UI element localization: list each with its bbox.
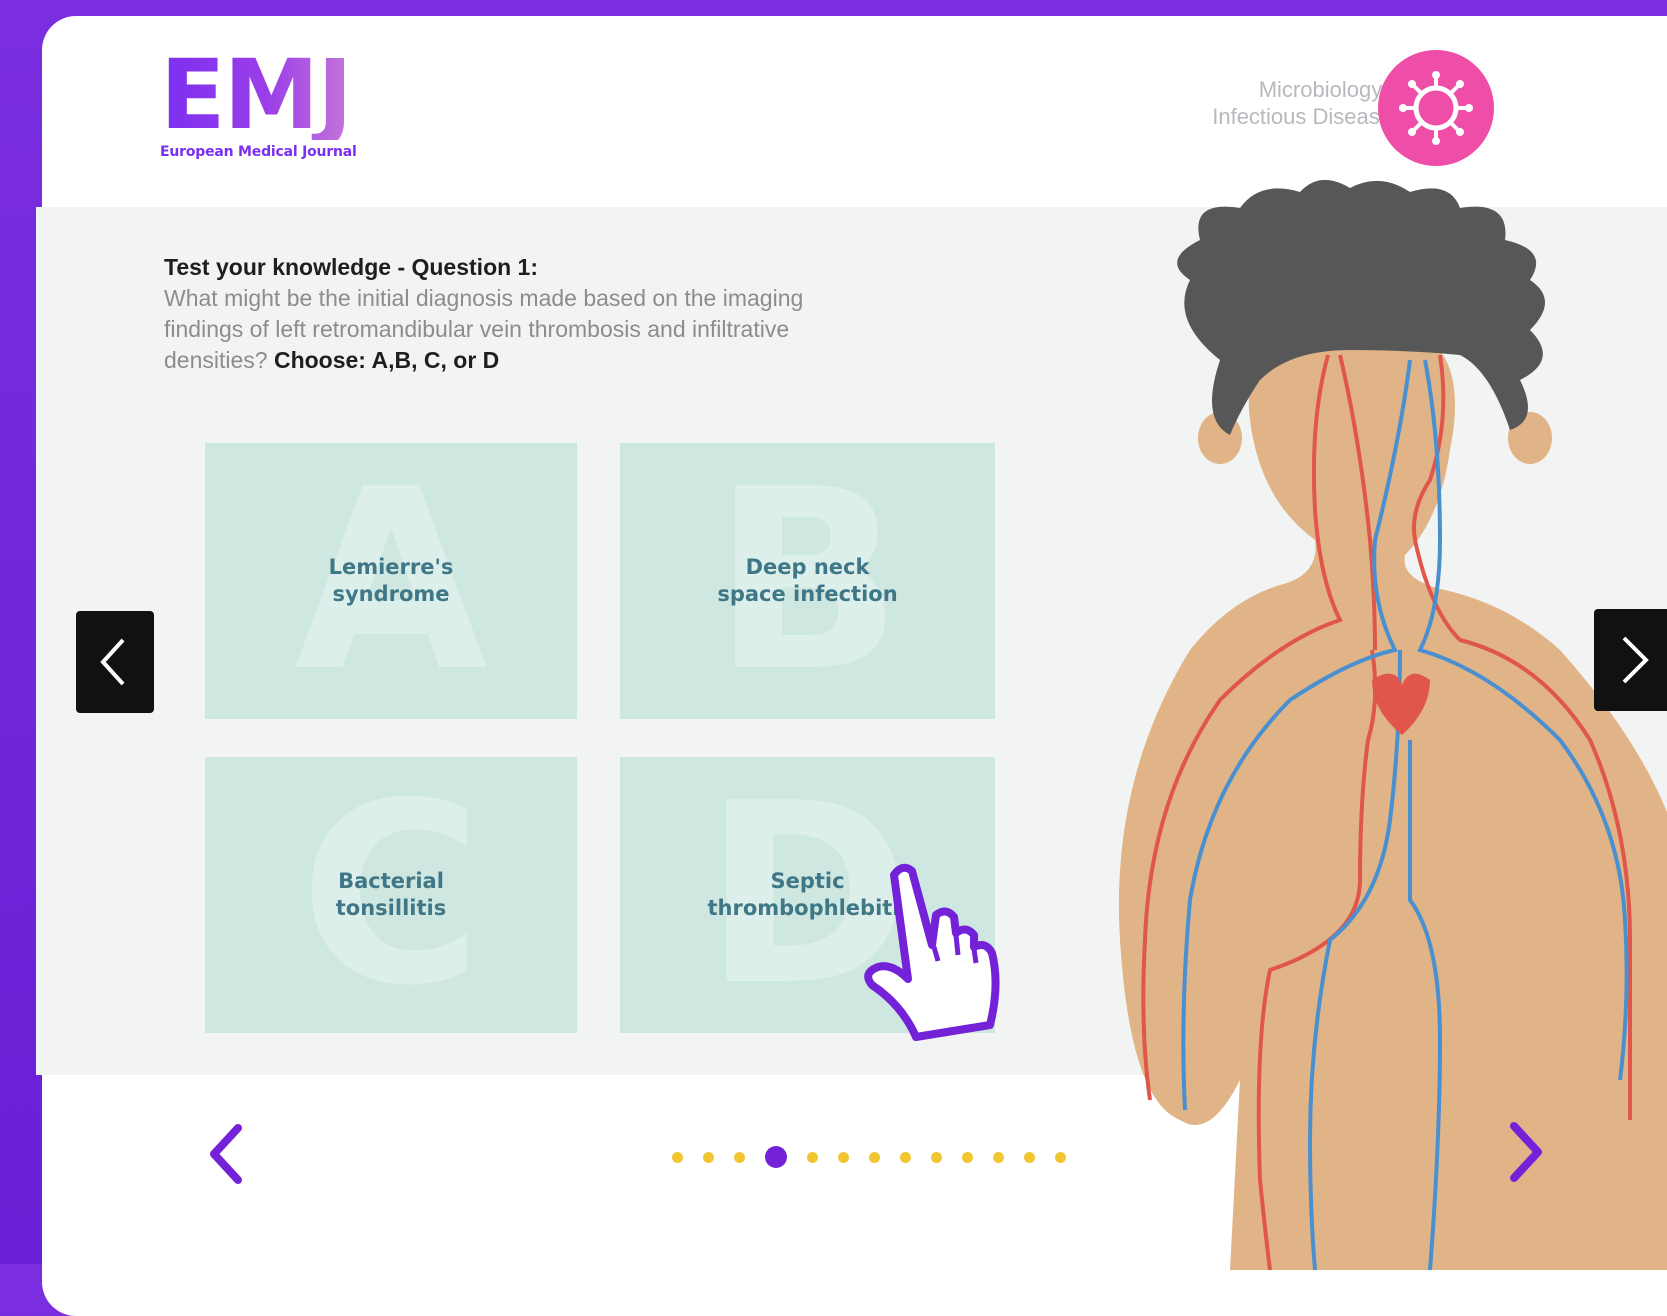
chevron-left-icon (100, 638, 125, 686)
next-side-button[interactable] (1594, 609, 1667, 711)
question-instruction: Choose: A,B, C, or D (273, 347, 500, 373)
pagination-dots (672, 1142, 1066, 1172)
option-label-line-2: syndrome (332, 582, 450, 606)
pagination-dot[interactable] (672, 1151, 683, 1163)
option-label: Lemierre's syndrome (291, 554, 491, 608)
prev-side-button[interactable] (76, 611, 154, 713)
option-c[interactable]: C Bacterial tonsillitis (205, 757, 577, 1033)
question-title: Test your knowledge - Question 1: (164, 254, 539, 280)
question-block: Test your knowledge - Question 1: What m… (164, 252, 884, 376)
option-a[interactable]: A Lemierre's syndrome (205, 443, 577, 719)
option-label-line-1: Deep neck (745, 555, 870, 579)
pagination-dot[interactable] (869, 1151, 880, 1163)
pagination-dot[interactable] (900, 1151, 911, 1163)
logo-text: EMJ (160, 47, 357, 143)
pagination-dot[interactable] (838, 1151, 849, 1163)
option-b[interactable]: B Deep neck space infection (620, 443, 995, 719)
emj-logo: EMJ European Medical Journal (160, 47, 357, 160)
prev-page-chevron-icon[interactable] (204, 1122, 248, 1186)
chevron-right-icon (1622, 636, 1649, 684)
pagination-dot[interactable] (703, 1151, 714, 1163)
pagination-dot[interactable] (807, 1151, 818, 1163)
pagination-dot[interactable] (931, 1151, 942, 1163)
pagination-dot[interactable] (734, 1151, 745, 1163)
option-label-line-2: tonsillitis (335, 896, 447, 920)
pagination-dot[interactable] (1024, 1151, 1035, 1163)
pointing-hand-icon (864, 863, 1000, 1041)
option-label-line-1: Bacterial (338, 869, 444, 893)
virus-icon (1378, 50, 1494, 166)
circulatory-system-illustration (1110, 179, 1667, 1271)
option-label: Bacterial tonsillitis (291, 868, 491, 922)
next-page-chevron-icon[interactable] (1504, 1120, 1548, 1184)
pagination-dot[interactable] (993, 1151, 1004, 1163)
category-line-1: Microbiology & (1258, 77, 1403, 102)
category-line-2: Infectious Diseases (1212, 104, 1403, 129)
category-label: Microbiology & Infectious Diseases (1103, 76, 1403, 130)
option-label: Deep neck space infection (708, 554, 908, 608)
logo-subtitle: European Medical Journal (160, 144, 357, 160)
option-label-line-2: space infection (717, 582, 898, 606)
option-label-line-1: Lemierre's (328, 555, 454, 579)
pagination-dot[interactable] (1055, 1151, 1066, 1163)
pagination-dot-active[interactable] (765, 1146, 787, 1168)
pagination-dot[interactable] (962, 1151, 973, 1163)
